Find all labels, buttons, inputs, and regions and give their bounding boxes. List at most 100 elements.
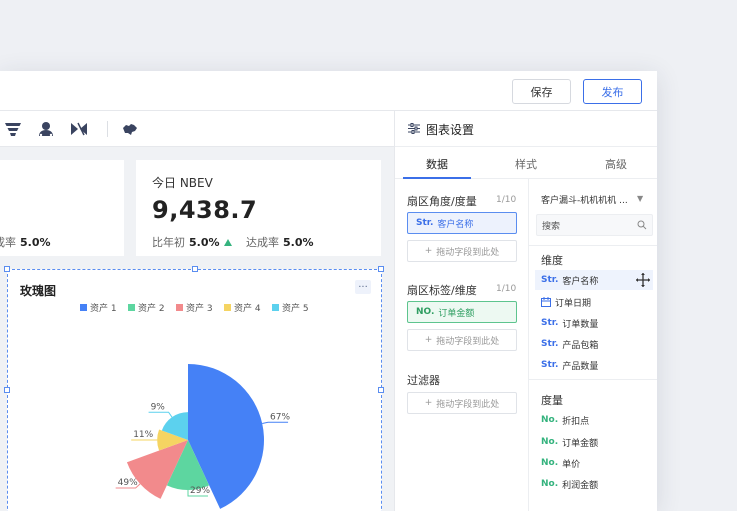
toolbar-divider [107, 121, 108, 137]
field-type-tag: Str. [541, 318, 559, 328]
measure-item[interactable]: No. 单价 [535, 453, 653, 473]
legend-swatch [272, 304, 279, 311]
divider [529, 379, 657, 380]
caret-down-icon[interactable]: ▼ [637, 194, 643, 203]
rose-chart-card[interactable]: 玫瑰图 ... 资产 1 资产 2 资产 3 资产 4 资产 5 67% 29% 49% 11%… [4, 266, 384, 511]
slice-label-line [148, 411, 173, 418]
field-config-column: 扇区角度/度量 1/10 Str. 客户名称 + 拖动字段到此处 扇区标签/维度 1… [395, 179, 529, 511]
sankey-chart-icon[interactable] [70, 120, 88, 138]
tab-advanced[interactable]: 高级 [605, 156, 627, 172]
angle-drop-zone[interactable]: + 拖动字段到此处 [407, 240, 517, 262]
publish-button[interactable]: 发布 [583, 79, 642, 104]
field-type-tag: Str. [416, 218, 434, 228]
calendar-icon [541, 297, 551, 307]
kpi-yoy: 比年初 5.0% [152, 234, 232, 250]
field-type-tag: No. [541, 437, 559, 447]
dimension-item[interactable]: Str. 产品包箱 [535, 334, 653, 354]
save-button[interactable]: 保存 [512, 79, 571, 104]
kpi-yoy-value: 5.0% [189, 236, 220, 249]
sliders-icon [408, 123, 420, 134]
field-type-tag: No. [541, 479, 559, 489]
dashboard-editor-window: 保存 发布 成率 5.0% 今日 NBEV 9,438.7 比年初 5.0% [0, 71, 657, 511]
tag-section-label: 扇区标签/维度 [407, 284, 477, 297]
field-type-tag: NO. [416, 307, 435, 317]
dimension-item[interactable]: Str. 订单数量 [535, 313, 653, 333]
dataset-select[interactable]: 客户漏斗-机机机机 ... [541, 193, 651, 206]
slice-label: 9% [151, 402, 166, 412]
settings-header: 图表设置 [395, 111, 657, 147]
field-type-tag: Str. [541, 275, 559, 285]
field-type-tag: No. [541, 458, 559, 468]
kpi-rate-label: 达成率 [246, 236, 279, 249]
field-search-input[interactable]: 搜索 [536, 214, 653, 236]
legend-label: 资产 2 [138, 302, 165, 314]
plus-icon: + [424, 246, 433, 256]
kpi-rate-label: 成率 [0, 236, 16, 249]
resize-handle[interactable] [192, 266, 198, 272]
kpi-card-nbev[interactable]: 今日 NBEV 9,438.7 比年初 5.0% 达成率 5.0% [136, 160, 381, 256]
dimension-label: 维度 [541, 254, 563, 267]
search-placeholder: 搜索 [542, 222, 561, 232]
field-type-tag: No. [541, 415, 559, 425]
measure-item[interactable]: No. 订单金额 [535, 432, 653, 452]
angle-field-chip[interactable]: Str. 客户名称 [407, 212, 517, 234]
field-type-tag: Str. [541, 339, 559, 349]
field-list-column: 客户漏斗-机机机机 ... ▼ 搜索 维度 Str. 客户名称 订单日期 Str… [529, 179, 657, 511]
funnel-chart-icon[interactable] [4, 120, 22, 138]
field-type-tag: Str. [541, 360, 559, 370]
search-icon[interactable] [637, 220, 647, 230]
rose-chart: 资产 1 资产 2 资产 3 资产 4 资产 5 67% 29% 49% 11% 9% [80, 302, 309, 509]
dimension-item[interactable]: Str. 客户名称 [535, 270, 653, 290]
settings-tabs: 数据 样式 高级 [395, 147, 657, 179]
resize-handle[interactable] [378, 266, 384, 272]
tab-style[interactable]: 样式 [515, 156, 537, 172]
legend-label: 资产 5 [282, 302, 309, 314]
move-cursor-icon [636, 273, 650, 287]
settings-title: 图表设置 [426, 123, 475, 137]
plus-icon: + [424, 398, 433, 408]
measure-item[interactable]: No. 利润金额 [535, 474, 653, 494]
drop-hint: 拖动字段到此处 [436, 247, 500, 258]
kpi-yoy-label: 比年初 [152, 236, 185, 249]
slice-label: 29% [190, 486, 210, 496]
legend-swatch [128, 304, 135, 311]
user-chart-icon[interactable] [37, 120, 55, 138]
field-name: 利润金额 [562, 480, 599, 491]
field-name: 产品包箱 [562, 340, 599, 351]
measure-label: 度量 [541, 394, 563, 407]
legend-label: 资产 3 [186, 302, 213, 314]
kpi-rate-value: 5.0% [20, 236, 51, 249]
resize-handle[interactable] [4, 266, 10, 272]
tab-data[interactable]: 数据 [426, 156, 448, 172]
chart-type-toolbar [0, 111, 394, 147]
kpi-rate-value: 5.0% [283, 236, 314, 249]
dimension-item[interactable]: Str. 产品数量 [535, 355, 653, 375]
legend-swatch [80, 304, 87, 311]
up-arrow-icon [223, 239, 232, 246]
divider [529, 245, 657, 246]
slice-label: 11% [133, 430, 153, 440]
dimension-item[interactable]: 订单日期 [535, 292, 653, 312]
top-bar: 保存 发布 [0, 71, 657, 111]
field-name: 折扣点 [562, 416, 590, 427]
angle-section-count: 1/10 [496, 195, 517, 205]
drop-hint: 拖动字段到此处 [436, 399, 500, 410]
kpi-rate: 达成率 5.0% [246, 234, 314, 250]
filter-section-label: 过滤器 [407, 374, 440, 387]
legend-swatch [176, 304, 183, 311]
measure-item[interactable]: No. 折扣点 [535, 410, 653, 430]
tag-field-chip[interactable]: NO. 订单金额 [407, 301, 517, 323]
slice-label: 67% [270, 412, 290, 422]
map-chart-icon[interactable] [121, 120, 139, 138]
chart-settings-panel: 图表设置 数据 样式 高级 扇区角度/度量 1/10 Str. 客户名称 + 拖动字… [394, 111, 657, 511]
field-name: 客户名称 [562, 276, 599, 287]
angle-section-label: 扇区角度/度量 [407, 195, 477, 208]
field-name: 订单数量 [562, 319, 599, 330]
legend-label: 资产 4 [234, 302, 261, 314]
kpi-value: 9,438.7 [152, 196, 258, 224]
filter-drop-zone[interactable]: + 拖动字段到此处 [407, 392, 517, 414]
kpi-rate-text: 成率 5.0% [0, 234, 51, 250]
field-name: 客户名称 [437, 219, 474, 230]
tag-drop-zone[interactable]: + 拖动字段到此处 [407, 329, 517, 351]
slice-label: 49% [118, 478, 138, 488]
